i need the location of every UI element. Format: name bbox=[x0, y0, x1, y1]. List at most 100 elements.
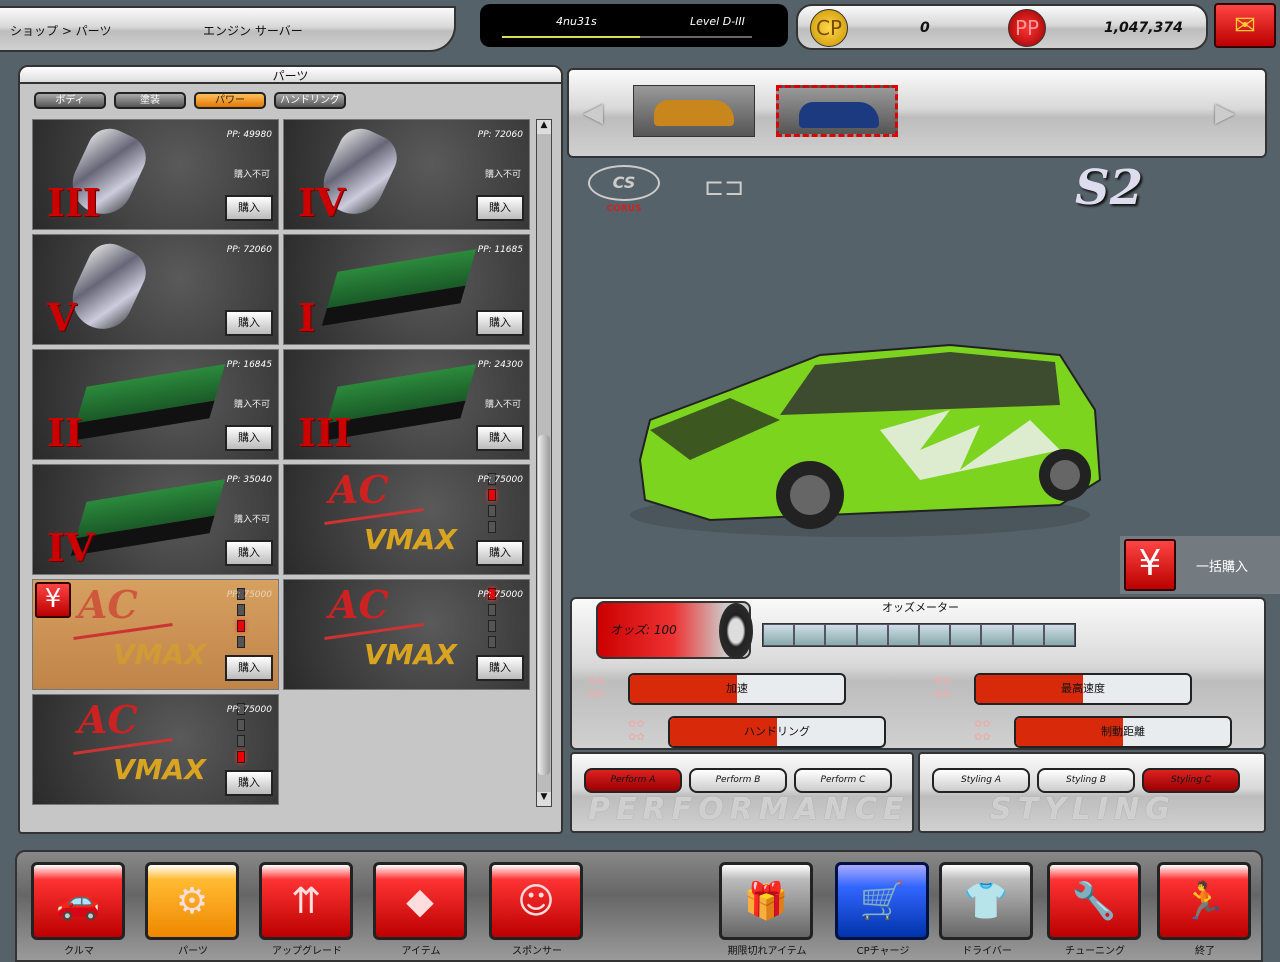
buy-button[interactable]: 購入 bbox=[225, 195, 273, 221]
unavailable-label: 購入不可 bbox=[233, 515, 270, 525]
ac-logo-text: AC bbox=[78, 697, 138, 742]
yen-icon: ¥ bbox=[35, 582, 71, 618]
buy-button[interactable]: 購入 bbox=[476, 425, 524, 451]
grade-label: V bbox=[47, 295, 77, 340]
part-item[interactable]: AC VMAX PP: 75000 購入 bbox=[32, 694, 279, 805]
vmax-logo-text: VMAX bbox=[113, 753, 206, 786]
part-item[interactable]: I PP: 11685 購入 bbox=[283, 234, 530, 345]
buy-button[interactable]: 購入 bbox=[476, 655, 524, 681]
diamonds-icon: ◆ bbox=[373, 862, 467, 940]
buy-button[interactable]: 購入 bbox=[225, 425, 273, 451]
styling-preset-0[interactable]: Styling A bbox=[932, 768, 1030, 793]
ac-logo-text: AC bbox=[329, 582, 389, 627]
level-pip bbox=[237, 719, 245, 731]
stat-bar-1: 最高速度 bbox=[974, 673, 1192, 705]
part-item[interactable]: V PP: 72060 購入 bbox=[32, 234, 279, 345]
level-pip bbox=[488, 489, 496, 501]
nav-car[interactable]: 🚗 クルマ bbox=[31, 862, 127, 957]
buy-button[interactable]: 購入 bbox=[476, 195, 524, 221]
nav-label: アイテム bbox=[401, 946, 441, 957]
buy-button[interactable]: 購入 bbox=[225, 540, 273, 566]
tab-1[interactable]: 塗装 bbox=[114, 92, 186, 109]
bulk-buy-button[interactable]: ¥ 一括購入 bbox=[1120, 536, 1280, 594]
header-bar: ショップ > パーツ エンジン サーバー bbox=[0, 6, 456, 52]
tire-icon bbox=[719, 603, 753, 659]
price: PP: 75000 bbox=[226, 590, 272, 600]
performance-preset-0[interactable]: Perform A bbox=[584, 768, 682, 793]
odds-meter-panel: オッズメーター オッズ: 100 ✿✿ ✿✿ 加速 ✿✿ ✿✿ 最高速度 ✿✿ ✿✿ ハン… bbox=[570, 597, 1266, 750]
jacket-icon: 👕 bbox=[939, 862, 1033, 940]
nav-cart[interactable]: 🛒 CPチャージ bbox=[835, 862, 931, 957]
tab-0[interactable]: ボディ bbox=[34, 92, 106, 109]
next-car-arrow-icon[interactable]: ▶ bbox=[1215, 98, 1235, 128]
rating-icon: ✿✿ ✿✿ bbox=[588, 676, 605, 700]
buy-button[interactable]: 購入 bbox=[225, 770, 273, 796]
nav-screw[interactable]: ⚙ パーツ bbox=[145, 862, 241, 957]
car-thumb-body bbox=[799, 102, 879, 128]
level-pip bbox=[488, 636, 496, 648]
car-selector: ◀ ▶ bbox=[567, 68, 1267, 158]
price: PP: 72060 bbox=[477, 130, 523, 140]
nav-gift[interactable]: 🎁 期限切れアイテム bbox=[719, 862, 815, 957]
nav-diamonds[interactable]: ◆ アイテム bbox=[373, 862, 469, 957]
pp-coin-icon: PP bbox=[1008, 9, 1046, 47]
unavailable-label: 購入不可 bbox=[484, 400, 521, 410]
nav-arrows-up[interactable]: ⇈ アップグレード bbox=[259, 862, 355, 957]
tab-2[interactable]: パワー bbox=[194, 92, 266, 109]
level-pip bbox=[488, 521, 496, 533]
yen-icon: ¥ bbox=[1124, 539, 1176, 591]
price: PP: 75000 bbox=[226, 705, 272, 715]
part-item[interactable]: AC VMAX PP: 75000 購入 bbox=[283, 464, 530, 575]
car-thumbnail[interactable] bbox=[776, 85, 898, 137]
buy-button[interactable]: 購入 bbox=[225, 655, 273, 681]
performance-title: PERFORMANCE bbox=[588, 792, 910, 827]
gift-icon: 🎁 bbox=[719, 862, 813, 940]
price: PP: 16845 bbox=[226, 360, 272, 370]
nav-wrench[interactable]: 🔧 チューニング bbox=[1047, 862, 1143, 957]
prev-car-arrow-icon[interactable]: ◀ bbox=[583, 98, 603, 128]
mail-button[interactable]: ✉ bbox=[1214, 3, 1276, 48]
section-title: エンジン サーバー bbox=[203, 24, 303, 38]
buy-button[interactable]: 購入 bbox=[476, 310, 524, 336]
buy-button[interactable]: 購入 bbox=[225, 310, 273, 336]
performance-presets: PERFORMANCE Perform A Perform B Perform C bbox=[570, 752, 914, 833]
tab-3[interactable]: ハンドリング bbox=[274, 92, 346, 109]
nav-jacket[interactable]: 👕 ドライバー bbox=[939, 862, 1035, 957]
performance-preset-1[interactable]: Perform B bbox=[689, 768, 787, 793]
nav-label: クルマ bbox=[64, 946, 94, 957]
buy-button[interactable]: 購入 bbox=[476, 540, 524, 566]
scrollbar[interactable]: ▲ ▼ bbox=[536, 119, 552, 807]
nav-girl[interactable]: ☺ スポンサー bbox=[489, 862, 585, 957]
performance-preset-2[interactable]: Perform C bbox=[794, 768, 892, 793]
part-item[interactable]: III PP: 24300 購入不可 購入 bbox=[283, 349, 530, 460]
part-item[interactable]: AC VMAX PP: 75000 購入 bbox=[283, 579, 530, 690]
scroll-down-arrow-icon[interactable]: ▼ bbox=[537, 792, 551, 806]
unavailable-label: 購入不可 bbox=[484, 170, 521, 180]
car-icon: 🚗 bbox=[31, 862, 125, 940]
styling-preset-2[interactable]: Styling C bbox=[1142, 768, 1240, 793]
ac-logo-text: AC bbox=[78, 582, 138, 627]
nav-exit[interactable]: 🏃 終了 bbox=[1157, 862, 1253, 957]
level-pip bbox=[237, 620, 245, 632]
part-item[interactable]: IV PP: 72060 購入不可 購入 bbox=[283, 119, 530, 230]
styling-preset-1[interactable]: Styling B bbox=[1037, 768, 1135, 793]
breadcrumb[interactable]: ショップ > パーツ bbox=[10, 22, 111, 39]
scroll-up-arrow-icon[interactable]: ▲ bbox=[537, 120, 551, 134]
car-thumbnail[interactable] bbox=[633, 85, 755, 137]
odds-meter-bar bbox=[762, 623, 1076, 647]
stat-label: 制動距離 bbox=[1101, 725, 1145, 738]
bulk-buy-label: 一括購入 bbox=[1196, 559, 1249, 575]
odds-value: オッズ: 100 bbox=[610, 623, 677, 637]
part-item[interactable]: II PP: 16845 購入不可 購入 bbox=[32, 349, 279, 460]
grade-label: I bbox=[298, 295, 316, 340]
rating-icon: ✿✿ ✿✿ bbox=[974, 719, 991, 743]
part-item[interactable]: IV PP: 35040 購入不可 購入 bbox=[32, 464, 279, 575]
rating-icon: ✿✿ ✿✿ bbox=[934, 676, 951, 700]
scroll-thumb[interactable] bbox=[538, 435, 550, 775]
part-item[interactable]: AC VMAX PP: 75000 購入 ¥ bbox=[32, 579, 279, 690]
part-item[interactable]: III PP: 49980 購入不可 購入 bbox=[32, 119, 279, 230]
odds-segment bbox=[856, 624, 888, 646]
grade-label: IV bbox=[47, 525, 95, 570]
level-pip bbox=[488, 505, 496, 517]
nav-label: パーツ bbox=[178, 946, 208, 957]
